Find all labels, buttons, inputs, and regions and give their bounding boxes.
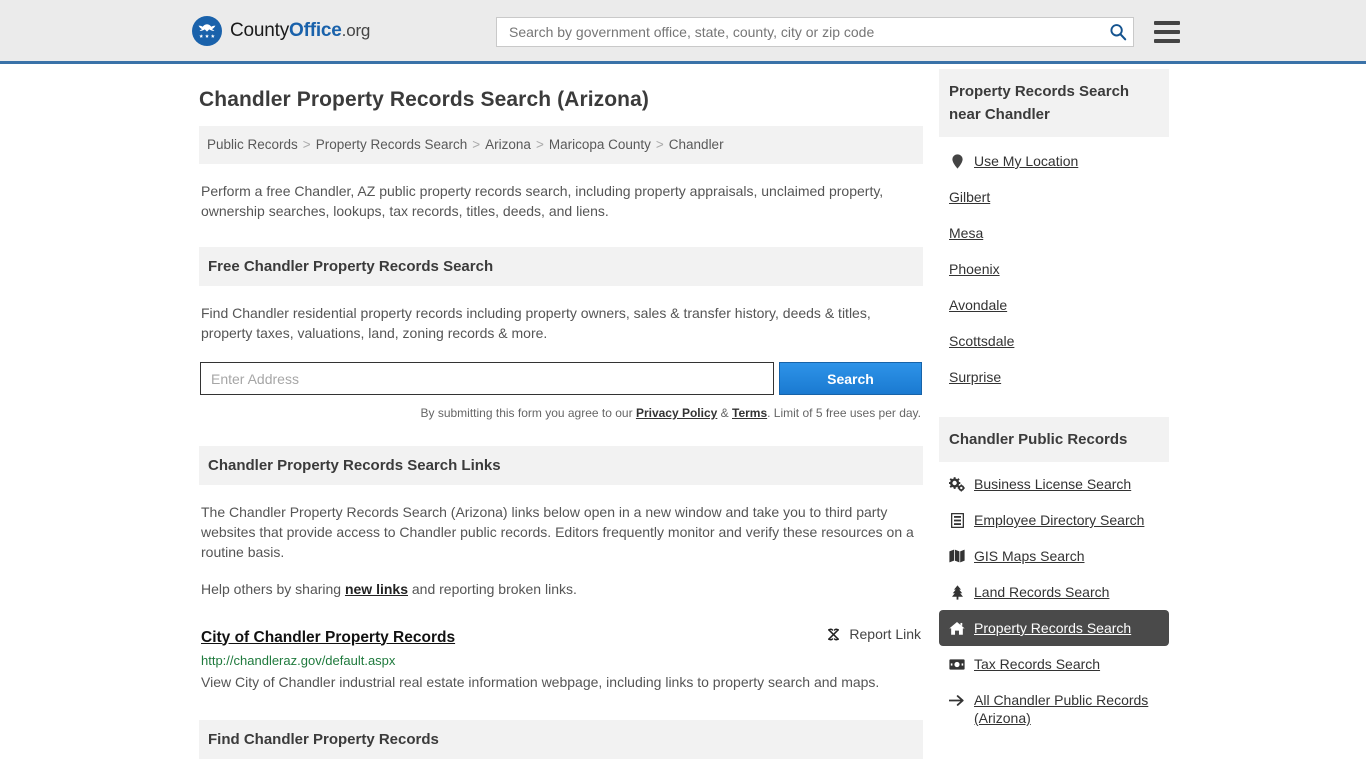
- sidebar-item-tax-records-search[interactable]: Tax Records Search: [939, 646, 1169, 682]
- sidebar-public-record-link[interactable]: All Chandler Public Records (Arizona): [974, 691, 1159, 727]
- site-logo-text: CountyOffice.org: [230, 20, 370, 42]
- address-search-form: Search: [199, 362, 923, 395]
- sidebar: Property Records Search near Chandler Us…: [939, 64, 1169, 768]
- site-logo[interactable]: CountyOffice.org: [192, 15, 370, 46]
- sidebar-item-surprise[interactable]: Surprise: [939, 359, 1169, 395]
- sidebar-item-use-my-location[interactable]: Use My Location: [939, 143, 1169, 179]
- eagle-logo-icon: [192, 15, 222, 46]
- logo-text-part1: County: [230, 19, 290, 41]
- breadcrumb-item-public-records[interactable]: Public Records: [207, 137, 298, 152]
- hamburger-menu-icon[interactable]: [1154, 21, 1180, 43]
- report-link-button[interactable]: Report Link: [825, 625, 921, 642]
- gears-icon: [949, 476, 965, 492]
- home-icon: [949, 620, 965, 636]
- free-search-description: Find Chandler residential property recor…: [201, 305, 871, 341]
- terms-link[interactable]: Terms: [732, 406, 767, 420]
- sidebar-public-record-link[interactable]: Business License Search: [974, 475, 1131, 493]
- disclaimer-prefix: By submitting this form you agree to our: [420, 406, 636, 420]
- link-entry-header: City of Chandler Property Records Report…: [201, 625, 921, 647]
- link-entry-title[interactable]: City of Chandler Property Records: [201, 629, 455, 647]
- sidebar-public-record-link[interactable]: Employee Directory Search: [974, 511, 1144, 529]
- sidebar-item-scottsdale[interactable]: Scottsdale: [939, 323, 1169, 359]
- new-links-link[interactable]: new links: [345, 581, 408, 597]
- arrow-right-icon: [949, 692, 965, 708]
- sidebar-item-avondale[interactable]: Avondale: [939, 287, 1169, 323]
- sidebar-near-link[interactable]: Gilbert: [949, 188, 990, 206]
- sidebar-item-phoenix[interactable]: Phoenix: [939, 251, 1169, 287]
- tree-icon: [949, 584, 965, 600]
- help-others-paragraph: Help others by sharing new links and rep…: [199, 579, 923, 599]
- sidebar-item-business-license-search[interactable]: Business License Search: [939, 466, 1169, 502]
- sidebar-item-land-records-search[interactable]: Land Records Search: [939, 574, 1169, 610]
- sidebar-near-link[interactable]: Surprise: [949, 368, 1001, 386]
- help-prefix: Help others by sharing: [201, 581, 345, 597]
- help-suffix: and reporting broken links.: [408, 581, 577, 597]
- sidebar-near-heading: Property Records Search near Chandler: [939, 69, 1169, 137]
- search-links-heading: Chandler Property Records Search Links: [199, 446, 923, 485]
- address-input[interactable]: [200, 362, 774, 395]
- sidebar-near-link[interactable]: Use My Location: [974, 152, 1078, 170]
- hamburger-bar: [1154, 39, 1180, 43]
- sidebar-public-record-link[interactable]: Tax Records Search: [974, 655, 1100, 673]
- report-link-label: Report Link: [849, 625, 921, 642]
- breadcrumb-separator: >: [535, 137, 544, 152]
- sidebar-public-records-heading: Chandler Public Records: [939, 417, 1169, 462]
- breadcrumb-item-arizona[interactable]: Arizona: [485, 137, 531, 152]
- sidebar-item-gilbert[interactable]: Gilbert: [939, 179, 1169, 215]
- hamburger-bar: [1154, 21, 1180, 25]
- page-title: Chandler Property Records Search (Arizon…: [199, 88, 649, 111]
- find-records-heading: Find Chandler Property Records: [199, 719, 923, 759]
- sidebar-near-link[interactable]: Phoenix: [949, 260, 1000, 278]
- sidebar-public-record-link[interactable]: Property Records Search: [974, 619, 1131, 637]
- sidebar-public-record-link[interactable]: GIS Maps Search: [974, 547, 1085, 565]
- link-entry-description: View City of Chandler industrial real es…: [201, 673, 880, 690]
- disclaimer-amp: &: [717, 406, 732, 420]
- main-column: Chandler Property Records Search (Arizon…: [199, 64, 923, 768]
- sidebar-near-link[interactable]: Scottsdale: [949, 332, 1014, 350]
- content-wrapper: Chandler Property Records Search (Arizon…: [193, 64, 1173, 768]
- sidebar-item-employee-directory-search[interactable]: Employee Directory Search: [939, 502, 1169, 538]
- sidebar-item-all-public-records[interactable]: All Chandler Public Records (Arizona): [939, 682, 1169, 736]
- free-search-heading: Free Chandler Property Records Search: [199, 247, 923, 286]
- breadcrumb-item-chandler[interactable]: Chandler: [669, 137, 724, 152]
- sidebar-item-gis-maps-search[interactable]: GIS Maps Search: [939, 538, 1169, 574]
- map-pin-icon: [949, 153, 965, 169]
- global-search-input[interactable]: [507, 23, 1109, 41]
- folded-map-icon: [949, 548, 965, 564]
- hamburger-bar: [1154, 30, 1180, 34]
- breadcrumb-item-property-records-search[interactable]: Property Records Search: [316, 137, 468, 152]
- sidebar-near-list: Use My Location Gilbert Mesa Phoenix Avo…: [939, 143, 1169, 395]
- breadcrumb: Public Records > Property Records Search > A…: [199, 126, 923, 164]
- global-search-box[interactable]: [496, 17, 1134, 47]
- link-entry-url: http://chandleraz.gov/default.aspx: [201, 652, 396, 668]
- sidebar-item-mesa[interactable]: Mesa: [939, 215, 1169, 251]
- logo-text-part2: Office: [289, 19, 342, 41]
- sidebar-near-link[interactable]: Mesa: [949, 224, 983, 242]
- sidebar-near-link[interactable]: Avondale: [949, 296, 1007, 314]
- disclaimer-suffix: . Limit of 5 free uses per day.: [767, 406, 921, 420]
- sidebar-public-records-list: Business License Search Employee Directo…: [939, 466, 1169, 736]
- link-entry: City of Chandler Property Records Report…: [199, 625, 923, 694]
- search-links-paragraph: The Chandler Property Records Search (Ar…: [201, 504, 914, 560]
- privacy-policy-link[interactable]: Privacy Policy: [636, 406, 717, 420]
- form-disclaimer: By submitting this form you agree to our…: [199, 406, 923, 420]
- breadcrumb-separator: >: [302, 137, 311, 152]
- address-search-button[interactable]: Search: [779, 362, 922, 395]
- unlink-icon: [825, 626, 841, 642]
- intro-paragraph: Perform a free Chandler, AZ public prope…: [201, 183, 884, 219]
- site-header: CountyOffice.org: [0, 0, 1366, 64]
- money-icon: [949, 656, 965, 672]
- list-card-icon: [949, 512, 965, 528]
- sidebar-item-property-records-search[interactable]: Property Records Search: [939, 610, 1169, 646]
- search-icon[interactable]: [1109, 23, 1127, 41]
- breadcrumb-separator: >: [472, 137, 481, 152]
- sidebar-public-record-link[interactable]: Land Records Search: [974, 583, 1109, 601]
- logo-text-part3: .org: [341, 20, 371, 40]
- page-body: Chandler Property Records Search (Arizon…: [0, 64, 1366, 768]
- header-search-zone: [496, 17, 1180, 47]
- breadcrumb-separator: >: [655, 137, 664, 152]
- breadcrumb-item-maricopa-county[interactable]: Maricopa County: [549, 137, 651, 152]
